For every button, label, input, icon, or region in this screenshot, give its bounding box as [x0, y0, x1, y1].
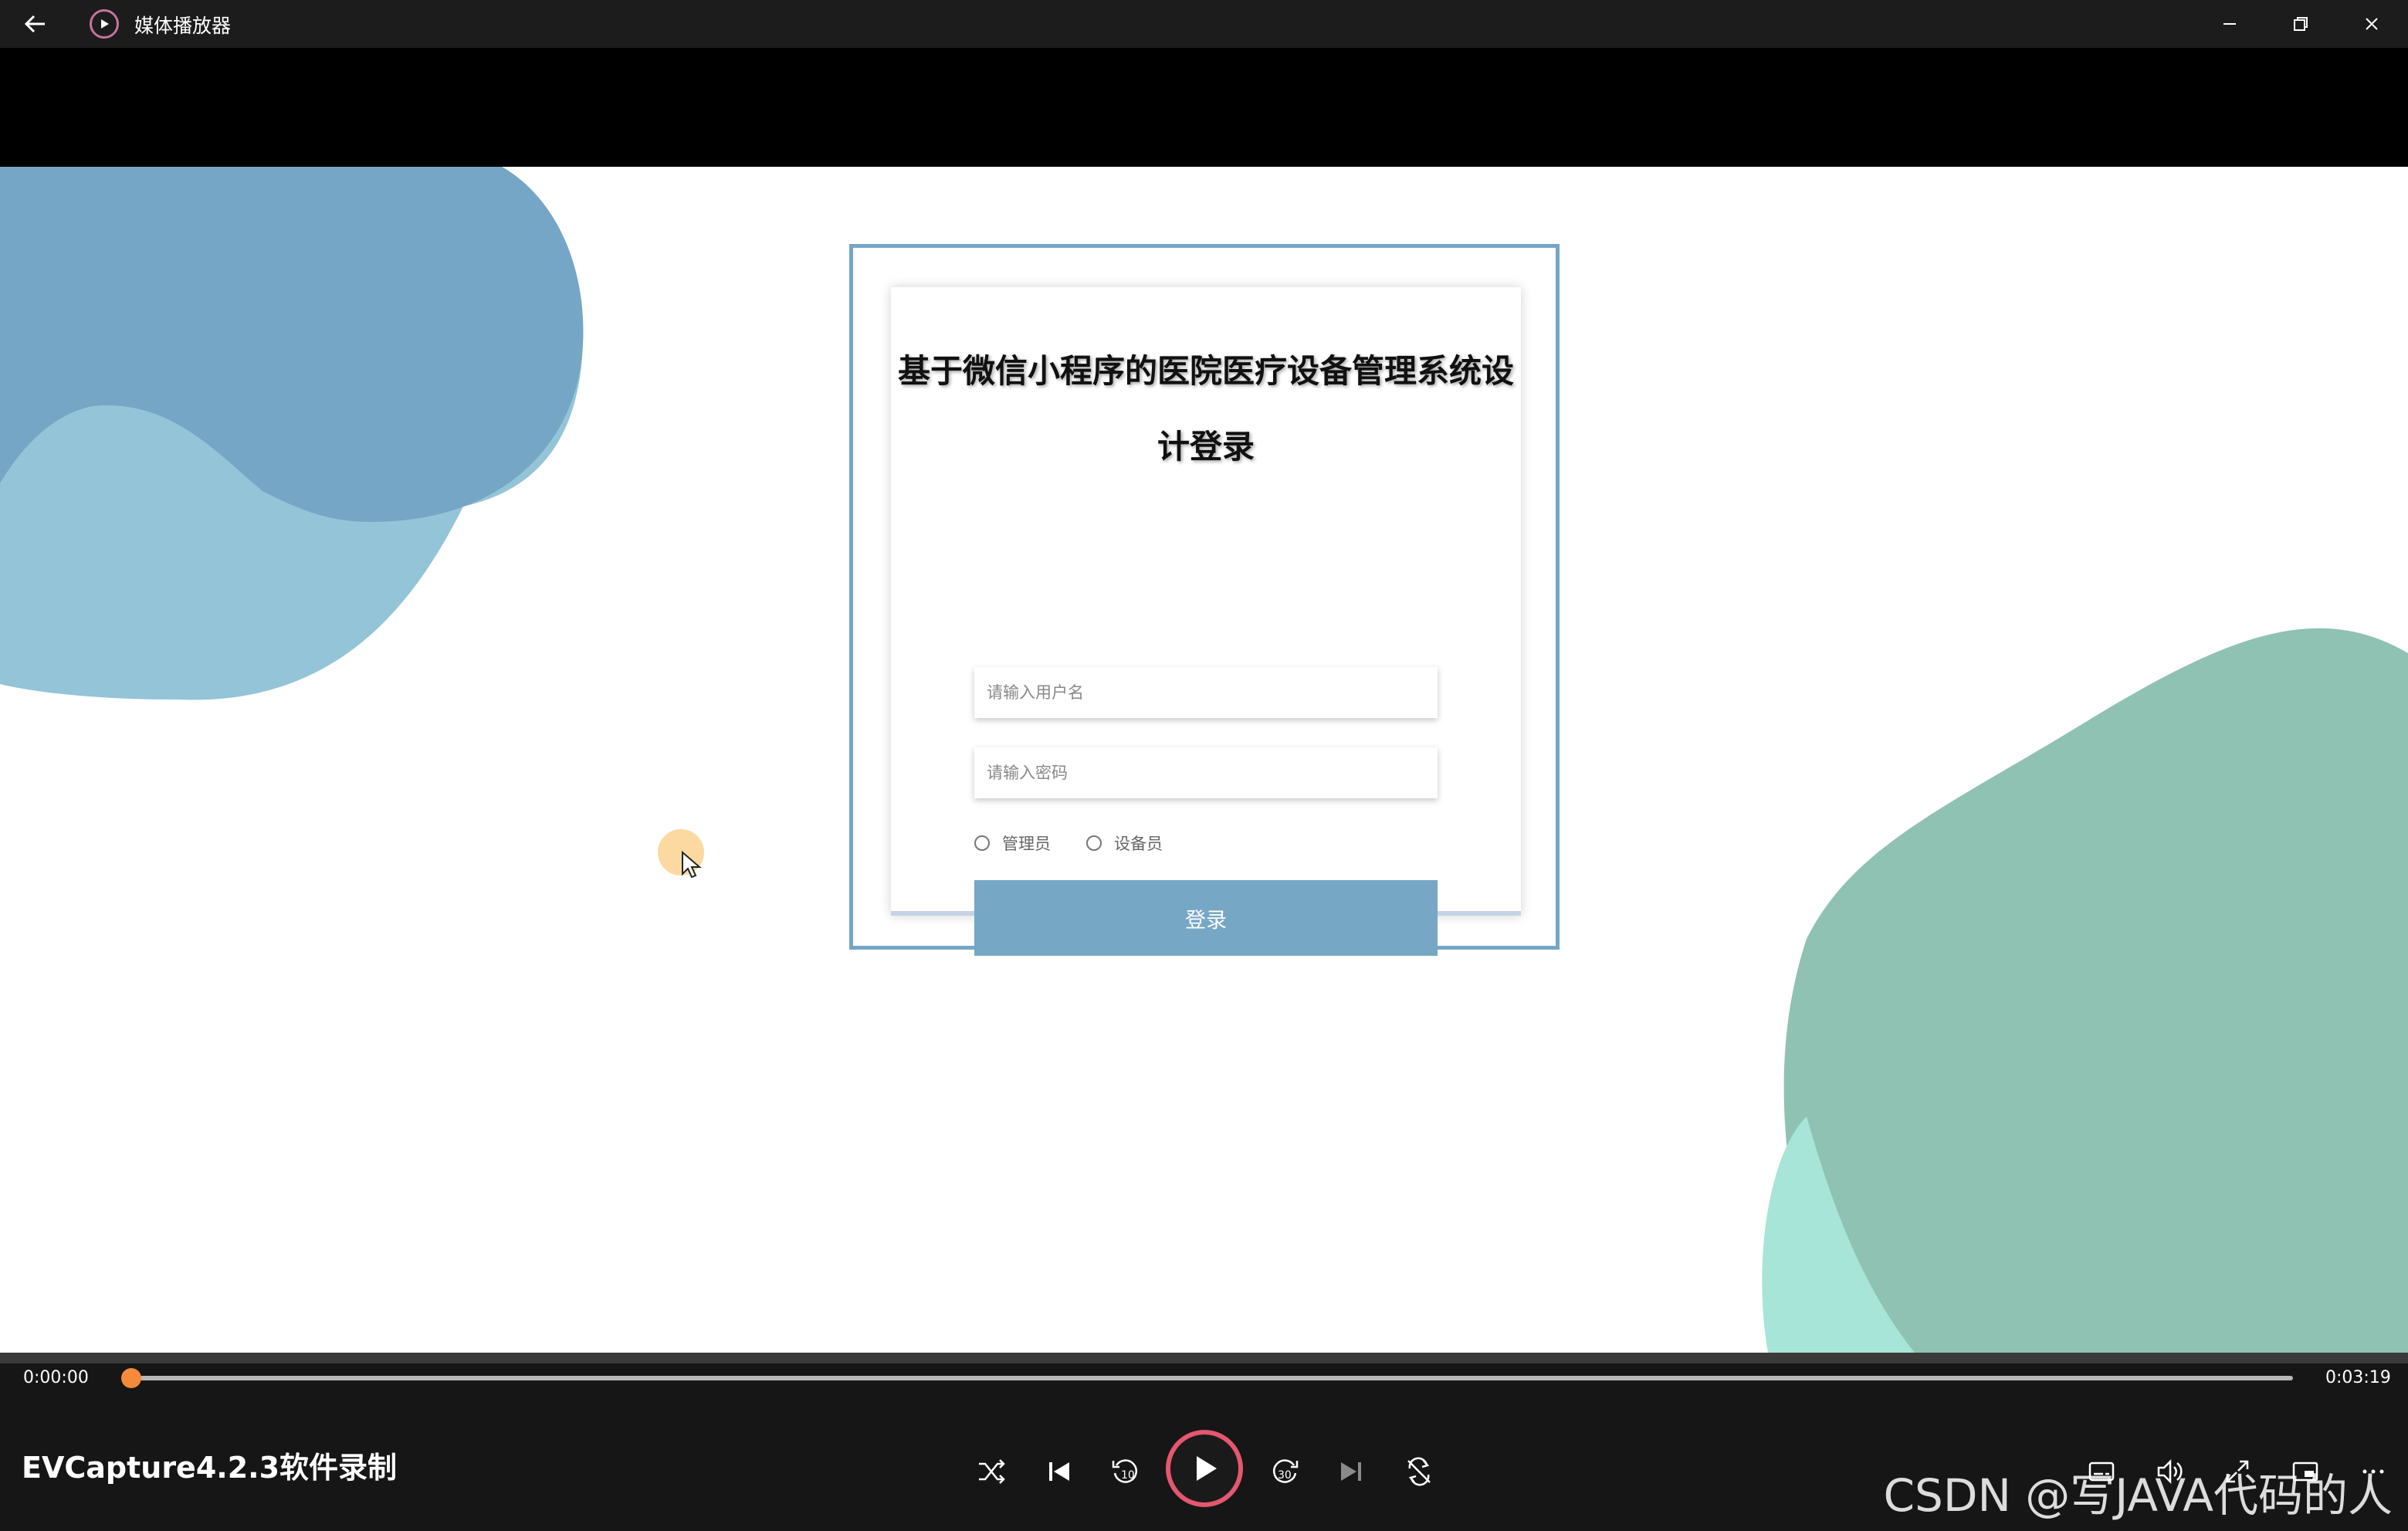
- minimize-icon: [2223, 23, 2236, 25]
- role-equipment-radio[interactable]: 设备员: [1086, 832, 1163, 855]
- role-label: 设备员: [1114, 835, 1163, 853]
- seek-bar[interactable]: [131, 1376, 2293, 1380]
- repeat-button[interactable]: [1399, 1451, 1439, 1492]
- radio-circle[interactable]: [1086, 835, 1102, 851]
- cursor-highlight: [658, 829, 704, 879]
- total-time: 0:03:19: [2325, 1368, 2391, 1387]
- svg-text:30: 30: [1278, 1469, 1292, 1482]
- recording-brand: EVCapture4.2.3软件录制: [22, 1451, 398, 1485]
- previous-button[interactable]: [1039, 1451, 1079, 1492]
- next-button[interactable]: [1331, 1451, 1371, 1492]
- play-button[interactable]: [1166, 1430, 1243, 1507]
- buffer-strip: [0, 1353, 2408, 1363]
- media-player-icon: [90, 9, 119, 39]
- role-admin-radio[interactable]: 管理员: [974, 832, 1051, 855]
- close-button[interactable]: [2336, 0, 2407, 48]
- username-input[interactable]: [974, 667, 1438, 718]
- player-controls: 0:00:00 0:03:19 EVCapture4.2.3软件录制 10 30…: [0, 1363, 2408, 1531]
- title-bar: 媒体播放器: [0, 0, 2408, 48]
- password-input[interactable]: [974, 747, 1438, 798]
- rewind-10-icon: 10: [1112, 1459, 1137, 1483]
- rewind-10-button[interactable]: 10: [1106, 1451, 1146, 1492]
- back-button[interactable]: [19, 8, 52, 40]
- forward-30-button[interactable]: 30: [1265, 1451, 1305, 1492]
- forward-30-icon: 30: [1273, 1459, 1299, 1483]
- restore-icon: [2294, 17, 2308, 31]
- seek-knob[interactable]: [121, 1368, 141, 1388]
- svg-text:10: 10: [1121, 1469, 1135, 1482]
- current-time: 0:00:00: [23, 1368, 89, 1387]
- radio-circle[interactable]: [974, 835, 990, 851]
- window-title: 媒体播放器: [134, 15, 232, 37]
- skip-previous-icon: [1049, 1462, 1069, 1481]
- minimize-button[interactable]: [2194, 0, 2265, 48]
- role-label: 管理员: [1002, 835, 1051, 853]
- login-title: 基于微信小程序的医院医疗设备管理系统设计登录: [897, 352, 1514, 466]
- play-icon: [1197, 1456, 1217, 1481]
- shuffle-icon: [979, 1459, 1005, 1484]
- login-card: 基于微信小程序的医院医疗设备管理系统设计登录 管理员 设备员 登录: [891, 287, 1521, 956]
- close-icon: [2366, 18, 2378, 30]
- video-letterbox-top: [0, 48, 2408, 167]
- restore-button[interactable]: [2265, 0, 2336, 48]
- back-arrow-icon: [24, 15, 45, 33]
- repeat-off-icon: [1407, 1457, 1431, 1486]
- role-group: 管理员 设备员: [974, 829, 1198, 857]
- shuffle-button[interactable]: [971, 1451, 1011, 1492]
- mouse-pointer-icon: [682, 851, 702, 879]
- skip-next-icon: [1341, 1462, 1361, 1481]
- login-button[interactable]: 登录: [974, 880, 1438, 956]
- csdn-watermark: CSDN @写JAVA代码的人: [1883, 1469, 2393, 1522]
